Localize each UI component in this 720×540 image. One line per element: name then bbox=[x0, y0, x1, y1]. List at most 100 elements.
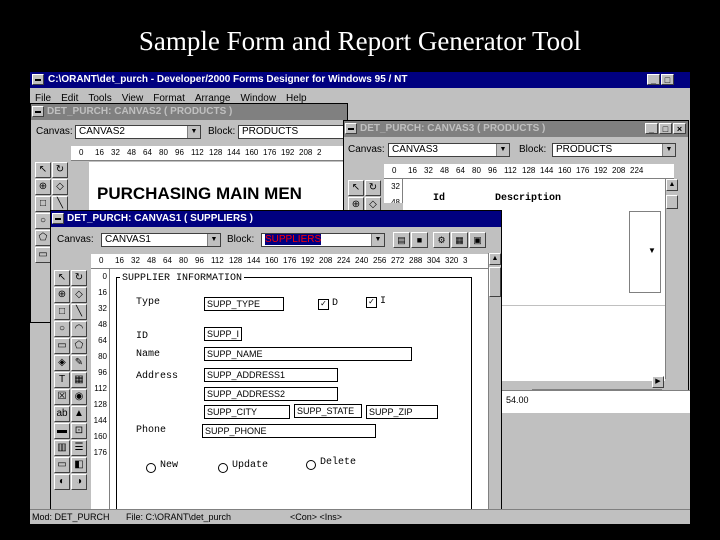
reshape-tool-icon[interactable]: ◇ bbox=[52, 179, 68, 195]
rotate-tool-icon[interactable]: ↻ bbox=[52, 162, 68, 178]
canvas3-block-select[interactable]: PRODUCTS ▼ bbox=[552, 143, 676, 157]
canvas2-system-menu-icon[interactable] bbox=[32, 106, 44, 117]
ruler-tick: 160 bbox=[245, 148, 259, 157]
fill-tool-icon[interactable]: ◈ bbox=[54, 355, 70, 371]
scroll-thumb[interactable] bbox=[666, 195, 678, 209]
reshape-tool-icon[interactable]: ◇ bbox=[71, 287, 87, 303]
ellipse-tool-icon[interactable]: ○ bbox=[54, 321, 70, 337]
rotate-tool-icon[interactable]: ↻ bbox=[365, 180, 381, 196]
ruler-tick: 160 bbox=[93, 432, 107, 441]
polygon-tool-icon[interactable]: ⬠ bbox=[35, 230, 51, 246]
canvas3-minimize-icon[interactable]: _ bbox=[645, 123, 658, 134]
scroll-up-icon[interactable]: ▲ bbox=[489, 253, 501, 265]
chevron-down-icon[interactable]: ▼ bbox=[648, 246, 656, 255]
checkbox-d[interactable]: ✓ bbox=[318, 299, 329, 310]
canvas3-titlebar[interactable]: DET_PURCH: CANVAS3 ( PRODUCTS ) _ □ × bbox=[344, 121, 688, 137]
arc-tool-icon[interactable]: ◠ bbox=[71, 321, 87, 337]
zoom-tool-icon[interactable]: ⊕ bbox=[54, 287, 70, 303]
canvas3-system-menu-icon[interactable] bbox=[345, 123, 357, 134]
select-tool-icon[interactable]: ↖ bbox=[35, 162, 51, 178]
supp-city-field[interactable]: SUPP_CITY bbox=[204, 405, 290, 419]
canvas2-titlebar[interactable]: DET_PURCH: CANVAS2 ( PRODUCTS ) bbox=[31, 104, 347, 120]
radio-new-label: New bbox=[160, 460, 179, 471]
ole-tool-icon[interactable]: ⊡ bbox=[71, 423, 87, 439]
select-tool-icon[interactable]: ↖ bbox=[54, 270, 70, 286]
debug-icon[interactable]: ▣ bbox=[469, 232, 486, 248]
button-tool-icon[interactable]: ▬ bbox=[54, 423, 70, 439]
supp-name-field[interactable]: SUPP_NAME bbox=[204, 347, 412, 361]
app-titlebar[interactable]: C:\ORANT\det_purch - Developer/2000 Form… bbox=[30, 72, 690, 88]
zoom-tool-icon[interactable]: ⊕ bbox=[35, 179, 51, 195]
canvas3-maximize-icon[interactable]: □ bbox=[659, 123, 672, 134]
ellipse-tool-icon[interactable]: ○ bbox=[35, 213, 51, 229]
forms-designer-window: C:\ORANT\det_purch - Developer/2000 Form… bbox=[30, 72, 690, 524]
supp-state-field[interactable]: SUPP_STATE bbox=[294, 404, 362, 418]
supp-i-field[interactable]: SUPP_I bbox=[204, 327, 242, 341]
canvas1-block-select[interactable]: SUPPLIERS ▼ bbox=[261, 233, 385, 247]
rounded-rect-tool-icon[interactable]: ▭ bbox=[35, 247, 51, 263]
rectangle-tool-icon[interactable]: □ bbox=[54, 304, 70, 320]
rotate-tool-icon[interactable]: ↻ bbox=[71, 270, 87, 286]
select-tool-icon[interactable]: ↖ bbox=[348, 180, 364, 196]
chevron-down-icon[interactable]: ▼ bbox=[371, 234, 384, 246]
rectangle-tool-icon[interactable]: □ bbox=[35, 196, 51, 212]
status-keys: <Con> <Ins> bbox=[290, 512, 343, 522]
save-icon[interactable]: ■ bbox=[411, 232, 428, 248]
line-tool-icon[interactable]: ╲ bbox=[71, 304, 87, 320]
checkbox-tool-icon[interactable]: ☒ bbox=[54, 389, 70, 405]
canvas1-titlebar[interactable]: DET_PURCH: CANVAS1 ( SUPPLIERS ) bbox=[51, 211, 501, 227]
list-item-tool-icon[interactable]: ☰ bbox=[71, 440, 87, 456]
canvas1-canvas-select[interactable]: CANVAS1 ▼ bbox=[101, 233, 221, 247]
canvas3-list-item[interactable]: ▼ bbox=[629, 211, 661, 293]
supp-address1-field[interactable]: SUPP_ADDRESS1 bbox=[204, 368, 338, 382]
canvas3-canvas-select[interactable]: CANVAS3 ▼ bbox=[388, 143, 510, 157]
supp-address2-field[interactable]: SUPP_ADDRESS2 bbox=[204, 387, 338, 401]
radio-delete[interactable] bbox=[306, 460, 316, 470]
chevron-down-icon[interactable]: ▼ bbox=[187, 126, 200, 138]
canvas2-canvas-select[interactable]: CANVAS2 ▼ bbox=[75, 125, 201, 139]
scroll-up-icon[interactable]: ▲ bbox=[666, 179, 678, 191]
color-line-tool-icon[interactable]: ◑ bbox=[71, 474, 87, 490]
freehand-tool-icon[interactable]: ✎ bbox=[71, 355, 87, 371]
vbx-tool-icon[interactable]: ◧ bbox=[71, 457, 87, 473]
polygon-tool-icon[interactable]: ⬠ bbox=[71, 338, 87, 354]
compile-icon[interactable]: ▦ bbox=[451, 232, 468, 248]
display-item-tool-icon[interactable]: ▭ bbox=[54, 457, 70, 473]
text-tool-icon[interactable]: T bbox=[54, 372, 70, 388]
supp-type-field[interactable]: SUPP_TYPE bbox=[204, 297, 284, 311]
supp-phone-field[interactable]: SUPP_PHONE bbox=[202, 424, 376, 438]
radio-update[interactable] bbox=[218, 463, 228, 473]
canvas3-close-icon[interactable]: × bbox=[673, 123, 686, 134]
minimize-icon[interactable]: _ bbox=[647, 74, 660, 85]
run-icon[interactable]: ⚙ bbox=[433, 232, 450, 248]
canvas1-canvas-label: Canvas: bbox=[57, 234, 94, 245]
frame-tool-icon[interactable]: ▦ bbox=[71, 372, 87, 388]
canvas3-vertical-scrollbar[interactable]: ▲ bbox=[665, 179, 678, 379]
scroll-right-icon[interactable]: ▶ bbox=[652, 376, 664, 388]
canvas1-horizontal-ruler: 0 16 32 48 64 80 96 112 128 144 160 176 192 208 224 240… bbox=[91, 254, 489, 269]
radio-new[interactable] bbox=[146, 463, 156, 473]
image-tool-icon[interactable]: ▲ bbox=[71, 406, 87, 422]
radio-delete-label: Delete bbox=[320, 457, 357, 468]
checkbox-i[interactable]: ✓ bbox=[366, 297, 377, 308]
id-label: ID bbox=[136, 331, 149, 342]
maximize-icon[interactable]: □ bbox=[661, 74, 674, 85]
canvas3-value-readout: 54.00 bbox=[506, 395, 529, 405]
chart-tool-icon[interactable]: ▥ bbox=[54, 440, 70, 456]
open-icon[interactable]: ▤ bbox=[393, 232, 410, 248]
scroll-thumb[interactable] bbox=[489, 267, 501, 297]
app-system-menu-icon[interactable] bbox=[32, 74, 44, 85]
chevron-down-icon[interactable]: ▼ bbox=[496, 144, 509, 156]
chevron-down-icon[interactable]: ▼ bbox=[662, 144, 675, 156]
text-item-tool-icon[interactable]: ab bbox=[54, 406, 70, 422]
chevron-down-icon[interactable]: ▼ bbox=[207, 234, 220, 246]
canvas1-vertical-scrollbar[interactable]: ▲ bbox=[488, 253, 501, 523]
canvas1-canvas-value: CANVAS1 bbox=[105, 234, 151, 245]
supp-zip-field[interactable]: SUPP_ZIP bbox=[366, 405, 438, 419]
radio-button-tool-icon[interactable]: ◉ bbox=[71, 389, 87, 405]
color-fill-tool-icon[interactable]: ◐ bbox=[54, 474, 70, 490]
canvas1-system-menu-icon[interactable] bbox=[52, 213, 64, 224]
canvas1-layout-area[interactable]: SUPPLIER INFORMATION Type SUPP_TYPE ✓ D … bbox=[110, 269, 488, 523]
rounded-rect-tool-icon[interactable]: ▭ bbox=[54, 338, 70, 354]
canvas2-block-select[interactable]: PRODUCTS bbox=[238, 125, 346, 139]
